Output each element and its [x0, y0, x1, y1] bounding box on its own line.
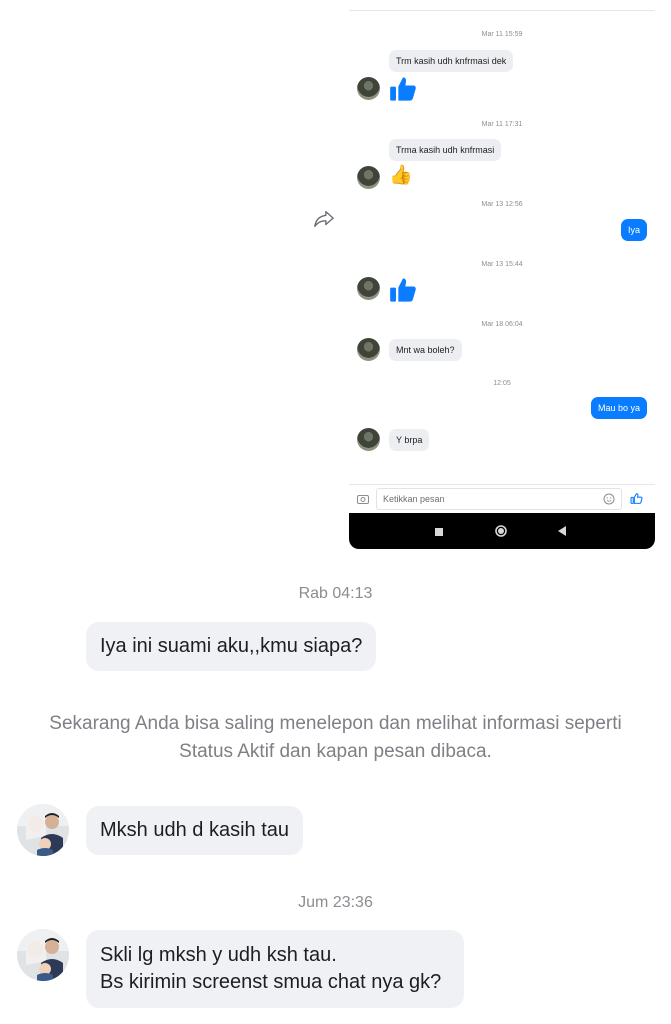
sender-avatar: [357, 277, 380, 300]
blue-thumbs-up-icon: [390, 77, 416, 101]
message-timestamp: Jum 23:36: [298, 894, 373, 911]
incoming-message-bubble: Trm kasih udh knfrmasi dek: [389, 50, 514, 72]
incoming-message-bubble: Y brpa: [389, 429, 430, 451]
incoming-message-bubble: Trma kasih udh knfrmasi: [389, 139, 502, 161]
thumbs-up-emoji: 👍: [389, 165, 413, 186]
info-notice-line: Status Aktif dan kapan pesan dibaca.: [179, 741, 492, 762]
blue-thumbs-up-icon: [390, 278, 416, 302]
message-line: Bs kirimin screenst smua chat nya gk?: [100, 971, 442, 993]
camera-icon[interactable]: [357, 493, 369, 505]
message-input-placeholder: Ketikkan pesan: [383, 494, 445, 504]
message-input[interactable]: Ketikkan pesan: [376, 488, 622, 510]
profile-photo: [17, 929, 69, 981]
incoming-message-bubble[interactable]: Skli lg mksh y udh ksh tau. Bs kirimin s…: [86, 930, 464, 1008]
like-button-icon[interactable]: [630, 492, 643, 505]
message-timestamp: Rab 04:13: [298, 585, 373, 602]
home-icon[interactable]: [495, 525, 507, 537]
info-notice-line: Sekarang Anda bisa saling menelepon dan …: [49, 713, 622, 734]
outgoing-message-bubble: Mau bo ya: [590, 397, 647, 419]
sender-avatar[interactable]: [17, 929, 69, 981]
profile-photo: [17, 804, 69, 856]
message-composer: Ketikkan pesan: [349, 484, 655, 513]
message-timestamp: Mar 18 06:04: [481, 321, 523, 328]
sender-avatar: [357, 166, 380, 189]
sender-avatar: [357, 77, 380, 100]
divider: [349, 10, 655, 11]
outgoing-message-bubble[interactable]: Iya ini suami aku,,kmu siapa?: [86, 622, 377, 671]
recent-apps-icon[interactable]: [435, 528, 443, 536]
message-timestamp: 12:05: [493, 380, 511, 387]
message-timestamp: Mar 11 15:59: [481, 31, 523, 38]
incoming-message-bubble[interactable]: Mksh udh d kasih tau: [86, 806, 303, 855]
back-icon[interactable]: [558, 526, 566, 536]
emoji-icon[interactable]: [603, 493, 615, 505]
outgoing-message-bubble: Iya: [620, 219, 647, 241]
android-navigation-bar: [349, 513, 655, 549]
message-timestamp: Mar 13 15:44: [481, 261, 523, 268]
info-notice: Sekarang Anda bisa saling menelepon dan …: [0, 710, 671, 766]
incoming-message-bubble: Mnt wa boleh?: [389, 339, 462, 361]
sender-avatar: [357, 428, 380, 451]
sender-avatar[interactable]: [17, 804, 69, 856]
message-timestamp: Mar 11 17:31: [481, 121, 523, 128]
share-forward-icon[interactable]: [313, 208, 335, 230]
message-line: Skli lg mksh y udh ksh tau.: [100, 944, 337, 966]
sender-avatar: [357, 338, 380, 361]
message-timestamp: Mar 13 12:56: [481, 201, 523, 208]
forwarded-screenshot-image[interactable]: Mar 11 15:59 Trm kasih udh knfrmasi dek …: [349, 0, 655, 549]
